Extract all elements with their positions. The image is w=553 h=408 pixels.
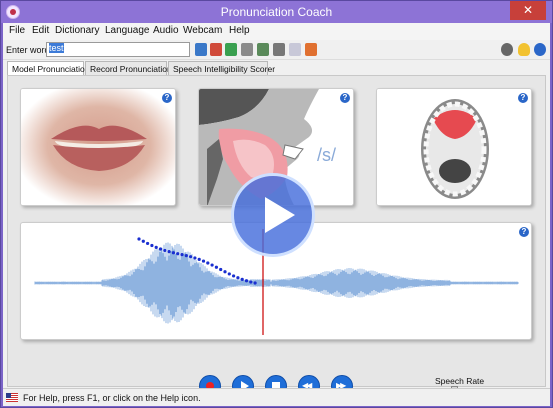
menu-audio[interactable]: Audio: [153, 25, 179, 36]
lips-help-icon[interactable]: ?: [162, 93, 172, 103]
status-text: For Help, press F1, or click on the Help…: [23, 393, 201, 403]
pitch-dot: [236, 276, 240, 280]
mouth-interior-card[interactable]: ?: [376, 88, 532, 206]
tab-model-pronunciation[interactable]: Model Pronunciation: [7, 61, 90, 76]
pitch-dot: [167, 250, 171, 254]
edit-word-icon[interactable]: [241, 43, 253, 56]
client-area: File Edit Dictionary Language Audio Webc…: [3, 23, 550, 406]
menu-file[interactable]: File: [9, 25, 25, 36]
pitch-dot: [249, 280, 253, 284]
copy-icon[interactable]: [289, 43, 301, 56]
pitch-dot: [184, 253, 188, 258]
pitch-dot: [240, 277, 244, 281]
pitch-dot: [219, 267, 223, 272]
settings-icon[interactable]: [501, 43, 513, 56]
pitch-dot: [141, 239, 145, 243]
dictionary-book-icon[interactable]: [195, 43, 207, 56]
pitch-dot: [210, 263, 214, 267]
pitch-dot: [137, 237, 141, 241]
lips-image: [21, 89, 175, 205]
pitch-dot: [244, 279, 249, 283]
pitch-dot: [197, 257, 201, 262]
pitch-dot: [223, 270, 227, 274]
window-title: Pronunciation Coach: [220, 5, 333, 19]
pitch-dot: [193, 256, 197, 260]
pitch-dot: [146, 241, 150, 246]
pitch-dot: [206, 261, 210, 265]
menu-dictionary[interactable]: Dictionary: [55, 25, 99, 36]
title-bar[interactable]: Pronunciation Coach ✕: [1, 1, 552, 23]
status-bar: For Help, press F1, or click on the Help…: [3, 388, 550, 406]
word-input-value: test: [49, 43, 64, 53]
pitch-dot: [227, 272, 231, 276]
articulation-help-icon[interactable]: ?: [340, 93, 350, 103]
help-icon[interactable]: [534, 43, 546, 56]
menu-bar: File Edit Dictionary Language Audio Webc…: [3, 23, 550, 40]
pitch-dot: [176, 252, 180, 256]
delete-word-icon[interactable]: [257, 43, 269, 56]
lightbulb-icon[interactable]: [518, 43, 530, 56]
mouth-help-icon[interactable]: ?: [518, 93, 528, 103]
menu-webcam[interactable]: Webcam: [183, 25, 222, 36]
play-overlay-button[interactable]: [231, 173, 315, 257]
cut-icon[interactable]: [273, 43, 285, 56]
lips-video-card[interactable]: ?: [20, 88, 176, 206]
teeth-image: [377, 89, 531, 205]
tab-speech-intelligibility-scorer[interactable]: Speech Intelligibility Scorer: [168, 61, 275, 75]
pitch-dot: [163, 248, 167, 253]
menu-help[interactable]: Help: [229, 25, 250, 36]
pitch-dot: [232, 274, 236, 278]
word-input[interactable]: test: [46, 42, 190, 57]
pitch-dot: [253, 281, 257, 285]
pitch-dot: [180, 253, 184, 257]
phoneme-label: /s/: [317, 145, 337, 165]
pitch-dot: [189, 255, 193, 259]
us-flag-icon: [6, 393, 18, 402]
waveform-help-icon[interactable]: ?: [519, 227, 529, 237]
close-button[interactable]: ✕: [510, 1, 546, 20]
speech-rate-label: Speech Rate: [435, 376, 485, 386]
pitch-dot: [154, 245, 158, 249]
menu-language[interactable]: Language: [105, 25, 150, 36]
add-green-icon[interactable]: [225, 43, 237, 56]
menu-edit[interactable]: Edit: [32, 25, 49, 36]
add-word-icon[interactable]: [210, 43, 222, 56]
pitch-dot: [201, 259, 206, 263]
pitch-dot: [214, 265, 218, 269]
tab-record-pronunciation[interactable]: Record Pronunciation: [85, 61, 172, 75]
pitch-dot: [150, 243, 154, 248]
toolbar: Enter word: test: [3, 40, 550, 60]
pitch-dot: [158, 247, 163, 251]
pitch-dot: [171, 251, 175, 255]
app-window: Pronunciation Coach ✕ File Edit Dictiona…: [0, 0, 553, 408]
paste-icon[interactable]: [305, 43, 317, 56]
